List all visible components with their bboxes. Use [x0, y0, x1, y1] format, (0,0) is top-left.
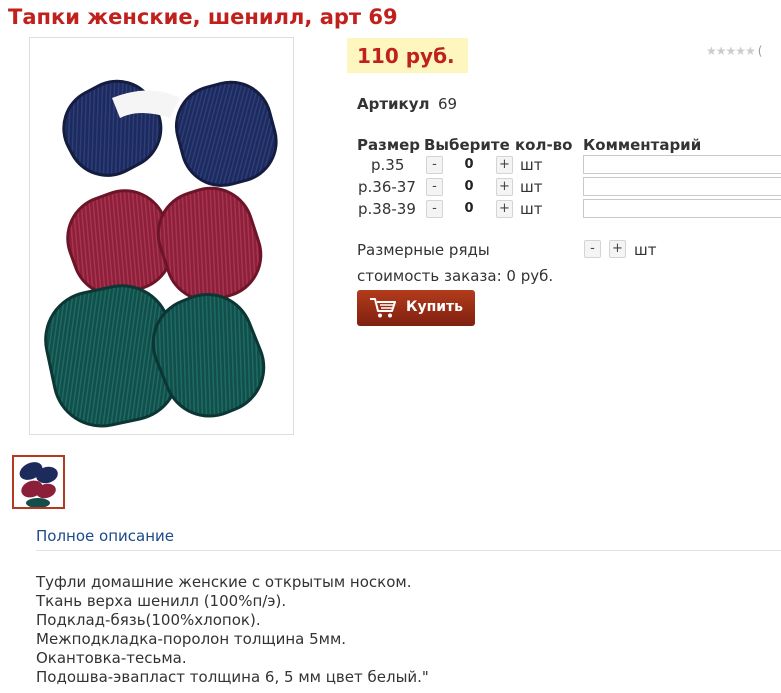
full-description-link[interactable]: Полное описание — [36, 527, 174, 545]
unit-label-35: шт — [520, 156, 543, 174]
quantity-value-36-37[interactable]: 0 — [462, 179, 476, 194]
unit-label-38-39: шт — [520, 200, 543, 218]
product-thumbnail[interactable] — [12, 455, 65, 509]
quantity-value-35[interactable]: 0 — [462, 157, 476, 172]
description-line: Межподкладка-поролон толщина 5мм. — [36, 630, 347, 648]
quantity-value-38-39[interactable]: 0 — [462, 201, 476, 216]
navy-slippers — [62, 79, 278, 187]
description-line: Туфли домашние женские с открытым носком… — [36, 573, 412, 591]
description-line: Ткань верха шенилл (100%п/э). — [36, 592, 287, 610]
comment-input-35[interactable] — [583, 155, 781, 174]
comment-input-36-37[interactable] — [583, 177, 781, 196]
size-runs-unit: шт — [634, 241, 657, 259]
increase-button-35[interactable]: + — [496, 156, 513, 174]
decrease-button-38-39[interactable]: - — [426, 200, 443, 218]
product-image[interactable] — [29, 37, 294, 435]
product-price: 110 руб. — [357, 44, 455, 68]
size-runs-increase-button[interactable]: + — [609, 240, 626, 258]
rating-count: ( — [757, 44, 763, 58]
size-label-35: р.35 — [371, 156, 405, 174]
size-runs-decrease-button[interactable]: - — [584, 240, 601, 258]
header-size: Размер — [357, 136, 421, 154]
slippers-photo — [44, 79, 278, 428]
description-line: Подошва-эвапласт толщина 6, 5 мм цвет бе… — [36, 668, 429, 686]
order-total: стоимость заказа: 0 руб. — [357, 267, 554, 285]
decrease-button-35[interactable]: - — [426, 156, 443, 174]
buy-button[interactable]: Купить — [357, 290, 475, 326]
increase-button-38-39[interactable]: + — [496, 200, 513, 218]
header-quantity: Выберите кол-во — [424, 136, 573, 154]
rating-stars[interactable]: ★★★★★( — [706, 44, 762, 58]
buy-button-label: Купить — [406, 299, 464, 315]
header-comment: Комментарий — [583, 136, 702, 154]
cart-icon — [370, 298, 396, 318]
description-line: Подклад-бязь(100%хлопок). — [36, 611, 261, 629]
size-label-36-37: р.36-37 — [358, 178, 416, 196]
product-title: Тапки женские, шенилл, арт 69 — [8, 5, 398, 29]
description-divider — [36, 550, 781, 551]
decrease-button-36-37[interactable]: - — [426, 178, 443, 196]
unit-label-36-37: шт — [520, 178, 543, 196]
rating-stars-icon: ★★★★★ — [706, 44, 756, 58]
description-line: Окантовка-тесьма. — [36, 649, 187, 667]
size-label-38-39: р.38-39 — [358, 200, 416, 218]
comment-input-38-39[interactable] — [583, 199, 781, 218]
increase-button-36-37[interactable]: + — [496, 178, 513, 196]
sku-value: 69 — [438, 95, 458, 113]
size-runs-label: Размерные ряды — [357, 241, 490, 259]
sku-label: Артикул — [357, 95, 430, 113]
thumbnail-slippers-image — [19, 462, 58, 508]
teal-slippers — [44, 284, 266, 428]
